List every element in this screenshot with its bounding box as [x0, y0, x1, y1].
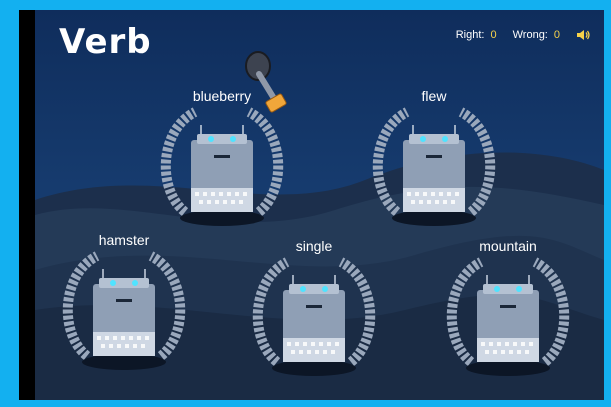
game-stage: Verb Right: 0 Wrong: 0 blueberry flew ha…: [19, 10, 604, 400]
speaker-icon[interactable]: [576, 29, 590, 41]
mole-robot-5[interactable]: mountain: [433, 238, 583, 390]
game-title: Verb: [59, 22, 152, 62]
hammer-icon[interactable]: [245, 48, 293, 122]
mole-word: flew: [421, 88, 447, 104]
robot-graphic: [372, 107, 496, 226]
wrong-count: 0: [553, 29, 560, 41]
right-count: 0: [490, 29, 497, 41]
play-area: Verb Right: 0 Wrong: 0 blueberry flew ha…: [35, 10, 604, 400]
right-label: Right:: [455, 29, 485, 41]
mole-robot-3[interactable]: hamster: [49, 232, 199, 384]
robot-graphic: [446, 257, 570, 376]
mole-word: single: [295, 238, 333, 254]
robot-graphic: [62, 251, 186, 370]
robot-graphic: [252, 257, 376, 376]
mole-robot-4[interactable]: single: [239, 238, 389, 390]
mole-word: mountain: [479, 238, 537, 254]
score-bar: Right: 0 Wrong: 0: [456, 29, 590, 41]
wrong-label: Wrong:: [512, 29, 548, 41]
mole-word: hamster: [98, 232, 150, 248]
mole-robot-2[interactable]: flew: [359, 88, 509, 240]
